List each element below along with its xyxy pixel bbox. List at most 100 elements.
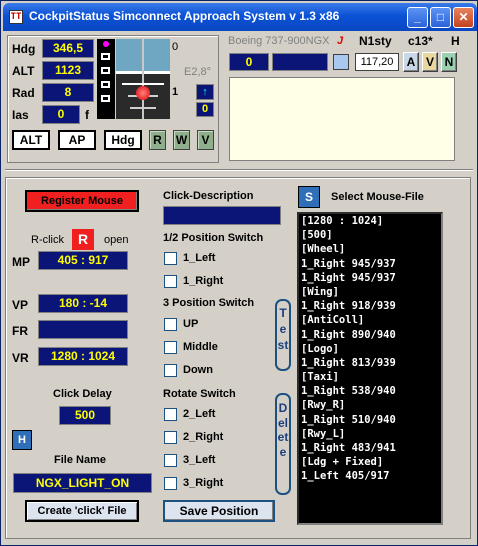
- list-item[interactable]: 1_Right 538/940: [299, 384, 441, 398]
- close-button[interactable]: ✕: [453, 7, 474, 28]
- click-description-field[interactable]: [163, 206, 281, 225]
- list-item[interactable]: [500]: [299, 228, 441, 242]
- label-3-right: 3_Right: [183, 477, 224, 489]
- file-name-label: File Name: [52, 454, 108, 466]
- open-label: open: [104, 234, 129, 246]
- arrow-up-icon[interactable]: ↑: [196, 84, 214, 100]
- info-box: [229, 77, 455, 161]
- alt-button[interactable]: ALT: [12, 130, 50, 150]
- checkbox-1-right[interactable]: [164, 275, 177, 288]
- list-item[interactable]: 1_Right 483/941: [299, 441, 441, 455]
- aircraft-name: Boeing 737-900NGX: [228, 35, 330, 47]
- marker-icon: [101, 95, 110, 102]
- a-button[interactable]: A: [403, 52, 419, 72]
- section-divider: [5, 169, 473, 171]
- list-item[interactable]: [Ldg + Fixed]: [299, 455, 441, 469]
- vp-label: VP: [12, 298, 29, 312]
- n1sty-label: N1sty: [359, 34, 392, 48]
- instrument-panel: Hdg 346,5 ALT 1123 Rad 8 Ias 0 f 0 E2,8°…: [7, 35, 219, 163]
- gauge-e-text: E2,8°: [184, 66, 212, 78]
- checkbox-1-left[interactable]: [164, 252, 177, 265]
- checkbox-2-right[interactable]: [164, 431, 177, 444]
- aircraft-panel: Boeing 737-900NGX J N1sty c13* H 0 117,2…: [225, 34, 473, 163]
- save-position-button[interactable]: Save Position: [163, 500, 275, 522]
- test-button[interactable]: Test: [275, 299, 291, 371]
- fr-value: [38, 320, 128, 339]
- ias-flag: f: [85, 108, 89, 122]
- ias-value: 0: [42, 105, 80, 124]
- list-item[interactable]: [Taxi]: [299, 370, 441, 384]
- w-button[interactable]: W: [173, 130, 190, 150]
- minimize-button[interactable]: _: [407, 7, 428, 28]
- list-item[interactable]: [AntiColl]: [299, 313, 441, 327]
- s-button[interactable]: S: [298, 186, 320, 208]
- delete-button[interactable]: Delete: [275, 393, 291, 495]
- h-button[interactable]: H: [12, 430, 32, 450]
- list-item[interactable]: 1_Right 813/939: [299, 356, 441, 370]
- checkbox-up[interactable]: [164, 318, 177, 331]
- fr-label: FR: [12, 324, 28, 338]
- app-icon: TT: [9, 10, 23, 24]
- label-2-right: 2_Right: [183, 431, 224, 443]
- maximize-button[interactable]: □: [430, 7, 451, 28]
- list-item[interactable]: 1_Right 918/939: [299, 299, 441, 313]
- c13-label: c13*: [408, 34, 433, 48]
- checkbox-3-right[interactable]: [164, 477, 177, 490]
- rclick-indicator[interactable]: R: [72, 229, 94, 250]
- click-delay-value[interactable]: 500: [59, 406, 111, 425]
- title-bar[interactable]: TT CockpitStatus Simconnect Approach Sys…: [3, 3, 477, 31]
- mp-value: 405 : 917: [38, 251, 128, 270]
- n-button[interactable]: N: [441, 52, 457, 72]
- list-item[interactable]: [Rwy_L]: [299, 427, 441, 441]
- list-item[interactable]: 1_Right 945/937: [299, 271, 441, 285]
- n1-value-field[interactable]: 117,20: [355, 53, 399, 71]
- r-button[interactable]: R: [149, 130, 166, 150]
- half-position-switch-label: 1/2 Position Switch: [161, 232, 266, 244]
- click-description-label: Click-Description: [161, 190, 256, 202]
- v-aircraft-button[interactable]: V: [422, 52, 438, 72]
- target-dot-icon: [136, 86, 150, 100]
- list-item[interactable]: 1_Right 510/940: [299, 413, 441, 427]
- list-item[interactable]: [Rwy_R]: [299, 398, 441, 412]
- label-middle: Middle: [183, 341, 218, 353]
- hdg-value: 346,5: [42, 39, 94, 58]
- list-item[interactable]: [Logo]: [299, 342, 441, 356]
- list-item[interactable]: 1_Right 945/937: [299, 257, 441, 271]
- list-item[interactable]: 1_Right 890/940: [299, 328, 441, 342]
- ils-gauge: [116, 39, 170, 119]
- three-position-switch-label: 3 Position Switch: [161, 297, 257, 309]
- alt-label: ALT: [12, 64, 35, 78]
- list-item[interactable]: [Wing]: [299, 285, 441, 299]
- alt-value: 1123: [42, 61, 94, 80]
- rad-value: 8: [42, 83, 94, 102]
- checkbox-3-left[interactable]: [164, 454, 177, 467]
- vr-value: 1280 : 1024: [38, 347, 128, 366]
- aircraft-value-box: 0: [229, 53, 269, 71]
- aircraft-blank-box: [272, 53, 328, 71]
- vr-label: VR: [12, 351, 29, 365]
- ap-button[interactable]: AP: [58, 130, 96, 150]
- select-mouse-file-label: Select Mouse-File: [329, 191, 426, 203]
- list-item[interactable]: [1280 : 1024]: [299, 214, 441, 228]
- mp-label: MP: [12, 255, 30, 269]
- create-click-file-button[interactable]: Create 'click' File: [25, 500, 139, 522]
- hdg-button[interactable]: Hdg: [104, 130, 142, 150]
- main-window: TT CockpitStatus Simconnect Approach Sys…: [0, 0, 478, 546]
- label-3-left: 3_Left: [183, 454, 216, 466]
- mouse-file-list[interactable]: [1280 : 1024] [500] [Wheel] 1_Right 945/937…: [297, 212, 443, 525]
- rad-label: Rad: [12, 86, 35, 100]
- hdg-label: Hdg: [12, 42, 36, 56]
- j-label: J: [337, 35, 344, 47]
- checkbox-middle[interactable]: [164, 341, 177, 354]
- checkbox-2-left[interactable]: [164, 408, 177, 421]
- label-1-right: 1_Right: [183, 275, 224, 287]
- list-item[interactable]: [Wheel]: [299, 242, 441, 256]
- toggle-square[interactable]: [333, 54, 349, 70]
- v-button[interactable]: V: [197, 130, 214, 150]
- marker-icon: [101, 53, 110, 60]
- list-item[interactable]: 1_Left 405/917: [299, 469, 441, 483]
- checkbox-down[interactable]: [164, 364, 177, 377]
- file-name-value[interactable]: NGX_LIGHT_ON: [13, 473, 152, 493]
- register-mouse-button[interactable]: Register Mouse: [25, 190, 139, 212]
- rotate-switch-label: Rotate Switch: [161, 388, 238, 400]
